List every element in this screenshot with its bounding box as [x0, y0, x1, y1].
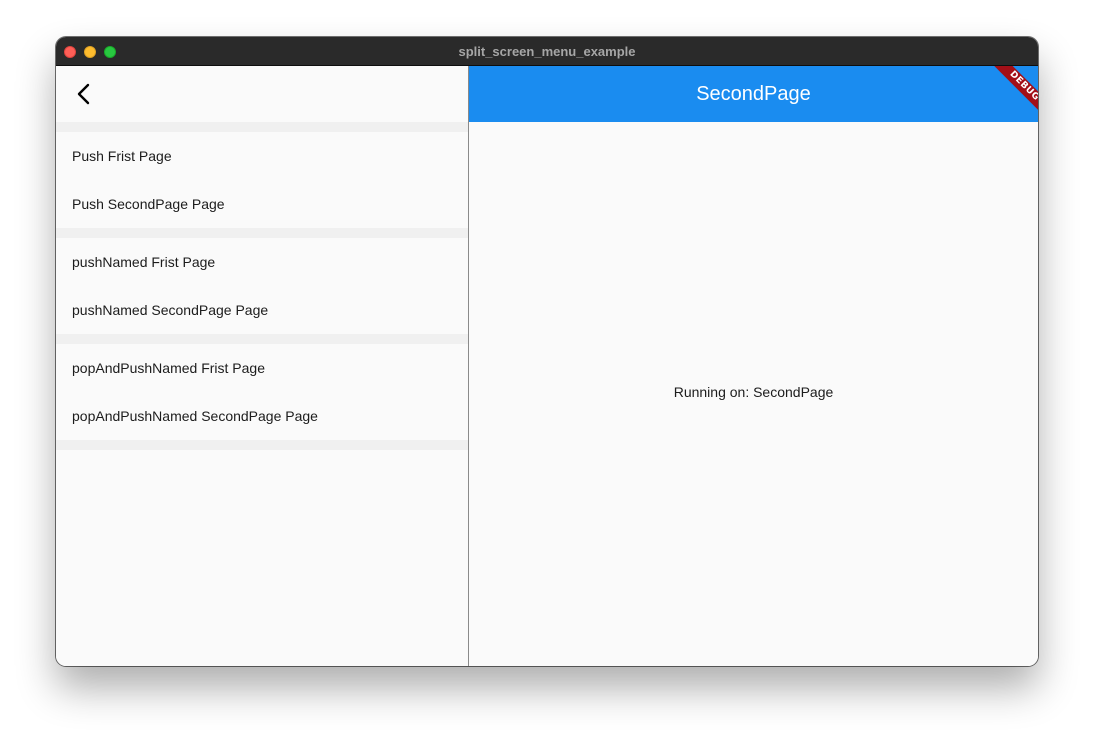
app-content: Push Frist Page Push SecondPage Page pus…: [56, 66, 1038, 666]
menu-app-bar: [56, 66, 468, 122]
chevron-left-icon: [77, 83, 90, 105]
menu-item-push-first-page[interactable]: Push Frist Page: [56, 132, 468, 180]
title-bar[interactable]: split_screen_menu_example: [56, 37, 1038, 66]
detail-pane: SecondPage DEBUG Running on: SecondPage: [469, 66, 1038, 666]
menu-item-pushnamed-first-page[interactable]: pushNamed Frist Page: [56, 238, 468, 286]
detail-app-bar: SecondPage DEBUG: [469, 66, 1038, 122]
menu-item-popandpushnamed-first-page[interactable]: popAndPushNamed Frist Page: [56, 344, 468, 392]
debug-banner: DEBUG: [978, 66, 1038, 126]
section-divider: [56, 334, 468, 344]
menu-list: Push Frist Page Push SecondPage Page pus…: [56, 122, 468, 450]
section-divider: [56, 122, 468, 132]
running-on-text: Running on: SecondPage: [673, 384, 834, 400]
debug-banner-label: DEBUG: [989, 66, 1038, 121]
window-title: split_screen_menu_example: [458, 44, 636, 59]
menu-item-pushnamed-second-page[interactable]: pushNamed SecondPage Page: [56, 286, 468, 334]
section-divider: [56, 440, 468, 450]
back-button[interactable]: [64, 74, 104, 114]
app-window: split_screen_menu_example Push Frist Pag…: [56, 37, 1038, 666]
menu-item-push-second-page[interactable]: Push SecondPage Page: [56, 180, 468, 228]
section-divider: [56, 228, 468, 238]
menu-item-popandpushnamed-second-page[interactable]: popAndPushNamed SecondPage Page: [56, 392, 468, 440]
menu-pane: Push Frist Page Push SecondPage Page pus…: [56, 66, 468, 666]
page-title: SecondPage: [696, 83, 811, 105]
